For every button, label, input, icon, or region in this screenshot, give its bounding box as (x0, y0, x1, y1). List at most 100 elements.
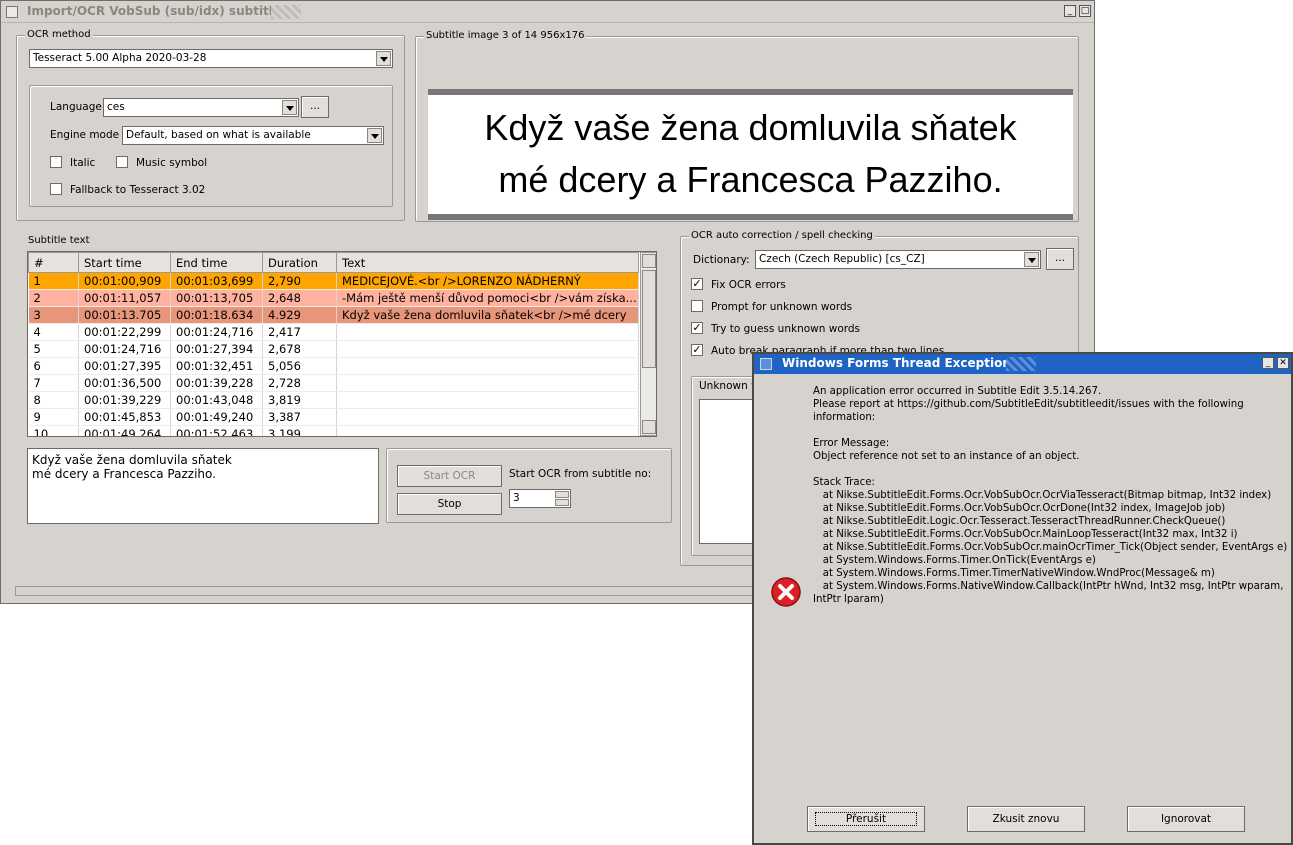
cell-text: MEDICEJOVÉ.<br />LORENZO NÁDHERNÝ (336, 272, 639, 290)
cell-start: 00:01:24,716 (78, 340, 171, 358)
preview-line-1: Když vaše žena domluvila sňatek (484, 107, 1017, 148)
fix-ocr-checkbox[interactable]: ✓ (691, 278, 703, 290)
dictionary-browse-button[interactable]: ... (1046, 248, 1074, 270)
table-row[interactable]: 8 00:01:39,229 00:01:43,048 3,819 (28, 391, 639, 409)
table-row[interactable]: 4 00:01:22,299 00:01:24,716 2,417 (28, 323, 639, 341)
table-row[interactable]: 2 00:01:11,057 00:01:13,705 2,648 -Mám ještě… (28, 289, 639, 307)
table-row[interactable]: 6 00:01:27,395 00:01:32,451 5,056 (28, 357, 639, 375)
unknown-words-legend: Unknown w (699, 380, 760, 392)
prompt-unknown-checkbox[interactable] (691, 300, 703, 312)
dialog-titlebar[interactable]: Windows Forms Thread Exception _ ✕ (754, 354, 1291, 374)
dictionary-value: Czech (Czech Republic) [cs_CZ] (759, 253, 925, 265)
cell-num: 10 (28, 425, 79, 436)
table-row[interactable]: 7 00:01:36,500 00:01:39,228 2,728 (28, 374, 639, 392)
column-duration[interactable]: Duration (262, 252, 337, 273)
start-from-label: Start OCR from subtitle no: (509, 468, 652, 480)
column-end-time[interactable]: End time (170, 252, 263, 273)
ocr-engine-value: Tesseract 5.00 Alpha 2020-03-28 (33, 52, 207, 64)
unknown-words-group: Unknown w (691, 376, 761, 556)
message-line: Stack Trace: (813, 477, 875, 488)
cell-text (336, 374, 639, 392)
table-row[interactable]: 1 00:01:00,909 00:01:03,699 2,790 MEDICEJOVÉ… (28, 272, 639, 290)
cell-end: 00:01:13,705 (170, 289, 263, 307)
abort-button[interactable]: Přerušit (807, 806, 925, 832)
window-menu-icon[interactable] (6, 6, 18, 18)
start-ocr-button[interactable]: Start OCR (397, 465, 502, 487)
engine-mode-label: Engine mode (50, 129, 120, 141)
table-row[interactable]: 5 00:01:24,716 00:01:27,394 2,678 (28, 340, 639, 358)
spin-up-icon[interactable] (555, 491, 569, 498)
chevron-down-icon[interactable] (1024, 252, 1039, 267)
table-row[interactable]: 9 00:01:45,853 00:01:49,240 3,387 (28, 408, 639, 426)
cell-end: 00:01:52,463 (170, 425, 263, 436)
cell-end: 00:01:03,699 (170, 272, 263, 290)
error-message-text: An application error occurred in Subtitl… (813, 385, 1287, 606)
cell-start: 00:01:11,057 (78, 289, 171, 307)
cell-end: 00:01:24,716 (170, 323, 263, 341)
fallback-checkbox[interactable] (50, 183, 62, 195)
spin-down-icon[interactable] (555, 499, 569, 506)
music-symbol-label: Music symbol (136, 157, 208, 169)
autocorrect-legend: OCR auto correction / spell checking (689, 230, 875, 241)
italic-checkbox[interactable] (50, 156, 62, 168)
minimize-icon[interactable]: _ (1064, 5, 1076, 17)
dictionary-select[interactable]: Czech (Czech Republic) [cs_CZ] (755, 250, 1041, 269)
title-grip-icon (271, 5, 301, 19)
column-number[interactable]: # (28, 252, 79, 273)
cell-dur: 4.929 (262, 306, 337, 324)
chevron-down-icon[interactable] (282, 100, 297, 115)
scroll-down-icon[interactable] (642, 420, 656, 434)
chevron-down-icon[interactable] (376, 51, 391, 66)
dialog-grip-icon (1006, 357, 1036, 371)
unknown-words-list[interactable] (699, 399, 759, 544)
language-value: ces (107, 101, 125, 113)
scroll-thumb[interactable] (642, 270, 656, 368)
column-start-time[interactable]: Start time (78, 252, 171, 273)
dictionary-label: Dictionary: (693, 254, 750, 266)
auto-break-checkbox[interactable]: ✓ (691, 344, 703, 356)
error-icon (771, 577, 801, 607)
cell-dur: 2,728 (262, 374, 337, 392)
cell-num: 5 (28, 340, 79, 358)
music-symbol-checkbox[interactable] (116, 156, 128, 168)
chevron-down-icon[interactable] (367, 128, 382, 143)
cell-dur: 2,648 (262, 289, 337, 307)
dialog-close-icon[interactable]: ✕ (1277, 357, 1289, 369)
dialog-minimize-icon[interactable]: _ (1262, 357, 1274, 369)
cell-num: 8 (28, 391, 79, 409)
cell-start: 00:01:45,853 (78, 408, 171, 426)
language-select[interactable]: ces (103, 98, 299, 117)
italic-label: Italic (70, 157, 96, 169)
cell-start: 00:01:49,264 (78, 425, 171, 436)
subtitle-image-preview: Když vaše žena domluvila sňatek mé dcery… (428, 89, 1073, 220)
ocr-engine-select[interactable]: Tesseract 5.00 Alpha 2020-03-28 (29, 49, 393, 68)
table-row[interactable]: 3 00:01:13.705 00:01:18.634 4.929 Když vaše … (28, 306, 639, 324)
current-text-line-2: mé dcery a Francesca Pazziho. (32, 467, 216, 481)
maximize-icon[interactable]: □ (1079, 5, 1091, 17)
scroll-up-icon[interactable] (642, 254, 656, 268)
language-browse-button[interactable]: ... (301, 96, 329, 118)
table-row[interactable]: 10 00:01:49,264 00:01:52,463 3,199 (28, 425, 639, 436)
column-text[interactable]: Text (336, 252, 639, 273)
message-line: at Nikse.SubtitleEdit.Forms.Ocr.VobSubOc… (813, 529, 1238, 540)
ignore-button[interactable]: Ignorovat (1127, 806, 1245, 832)
cell-num: 9 (28, 408, 79, 426)
retry-button[interactable]: Zkusit znovu (967, 806, 1085, 832)
message-line: IntPtr lparam) (813, 594, 884, 605)
subtitle-list-scrollbar[interactable] (640, 252, 656, 436)
message-line: information: (813, 412, 876, 423)
current-subtitle-textbox[interactable]: Když vaše žena domluvila sňatek mé dcery… (27, 448, 379, 524)
start-from-spinner[interactable]: 3 (509, 489, 571, 508)
message-line: at System.Windows.Forms.NativeWindow.Cal… (813, 581, 1284, 592)
stop-button[interactable]: Stop (397, 493, 502, 515)
cell-dur: 2,678 (262, 340, 337, 358)
guess-unknown-checkbox[interactable]: ✓ (691, 322, 703, 334)
cell-dur: 2,417 (262, 323, 337, 341)
message-line: An application error occurred in Subtitl… (813, 386, 1102, 397)
window-titlebar[interactable]: Import/OCR VobSub (sub/idx) subtitle _ □ (1, 1, 1094, 23)
dialog-menu-icon[interactable] (760, 358, 772, 370)
exception-dialog: Windows Forms Thread Exception _ ✕ An ap… (752, 352, 1293, 845)
engine-mode-select[interactable]: Default, based on what is available (122, 126, 384, 145)
cell-num: 1 (28, 272, 79, 290)
cell-start: 00:01:22,299 (78, 323, 171, 341)
